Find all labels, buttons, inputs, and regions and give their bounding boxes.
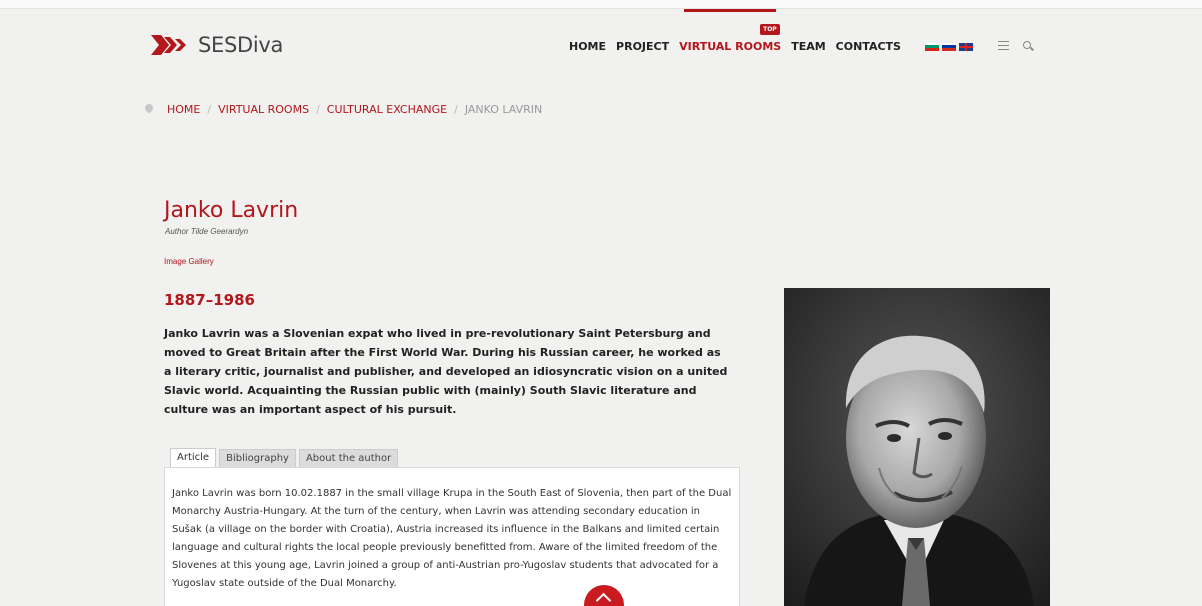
uk-flag-icon[interactable] [958,42,973,51]
top-badge: TOP [760,24,780,35]
breadcrumb-separator: / [454,103,458,116]
page-title: Janko Lavrin [164,198,299,223]
breadcrumb-separator: / [316,103,320,116]
nav-team[interactable]: TEAM [791,40,825,53]
life-dates: 1887–1986 [164,291,255,309]
language-switcher [924,42,976,51]
tab-article[interactable]: Article [170,448,217,467]
image-gallery-link[interactable]: Image Gallery [164,257,214,266]
russian-flag-icon[interactable] [941,42,956,51]
location-pin-icon [145,104,153,115]
triple-chevron-logo-icon [151,35,186,55]
active-nav-indicator [684,9,776,12]
search-icon[interactable] [1022,41,1034,52]
article-author: Author Tilde Geerardyn [165,227,249,236]
nav-contacts[interactable]: CONTACTS [836,40,901,53]
breadcrumb-separator: / [207,103,212,116]
main-nav: HOME PROJECT VIRTUAL ROOMS TOP TEAM CONT… [569,24,1034,53]
breadcrumb-cultural-exchange[interactable]: CULTURAL EXCHANGE [327,103,447,116]
article-tabs: Article Bibliography About the author [170,448,401,467]
bulgarian-flag-icon[interactable] [924,42,939,51]
nav-home[interactable]: HOME [569,40,606,53]
portrait-photo-icon[interactable] [784,288,1050,606]
nav-project[interactable]: PROJECT [616,40,669,53]
breadcrumb: HOME / VIRTUAL ROOMS / CULTURAL EXCHANGE… [145,103,542,116]
brand-name: SESDiva [198,33,284,57]
site-logo[interactable]: SESDiva [151,33,283,57]
lead-paragraph: Janko Lavrin was a Slovenian expat who l… [164,327,728,416]
tab-about-author[interactable]: About the author [298,449,399,467]
nav-virtual-rooms[interactable]: VIRTUAL ROOMS TOP [679,24,782,53]
breadcrumb-current: JANKO LAVRIN [464,103,543,116]
hamburger-menu-icon[interactable] [997,40,1009,53]
article-body: Janko Lavrin was born 10.02.1887 in the … [172,488,732,589]
tab-bibliography[interactable]: Bibliography [219,449,296,467]
breadcrumb-virtual-rooms[interactable]: VIRTUAL ROOMS [218,103,309,116]
top-strip [0,0,1202,9]
breadcrumb-home[interactable]: HOME [167,103,200,116]
nav-virtual-rooms-label: VIRTUAL ROOMS [679,40,782,53]
